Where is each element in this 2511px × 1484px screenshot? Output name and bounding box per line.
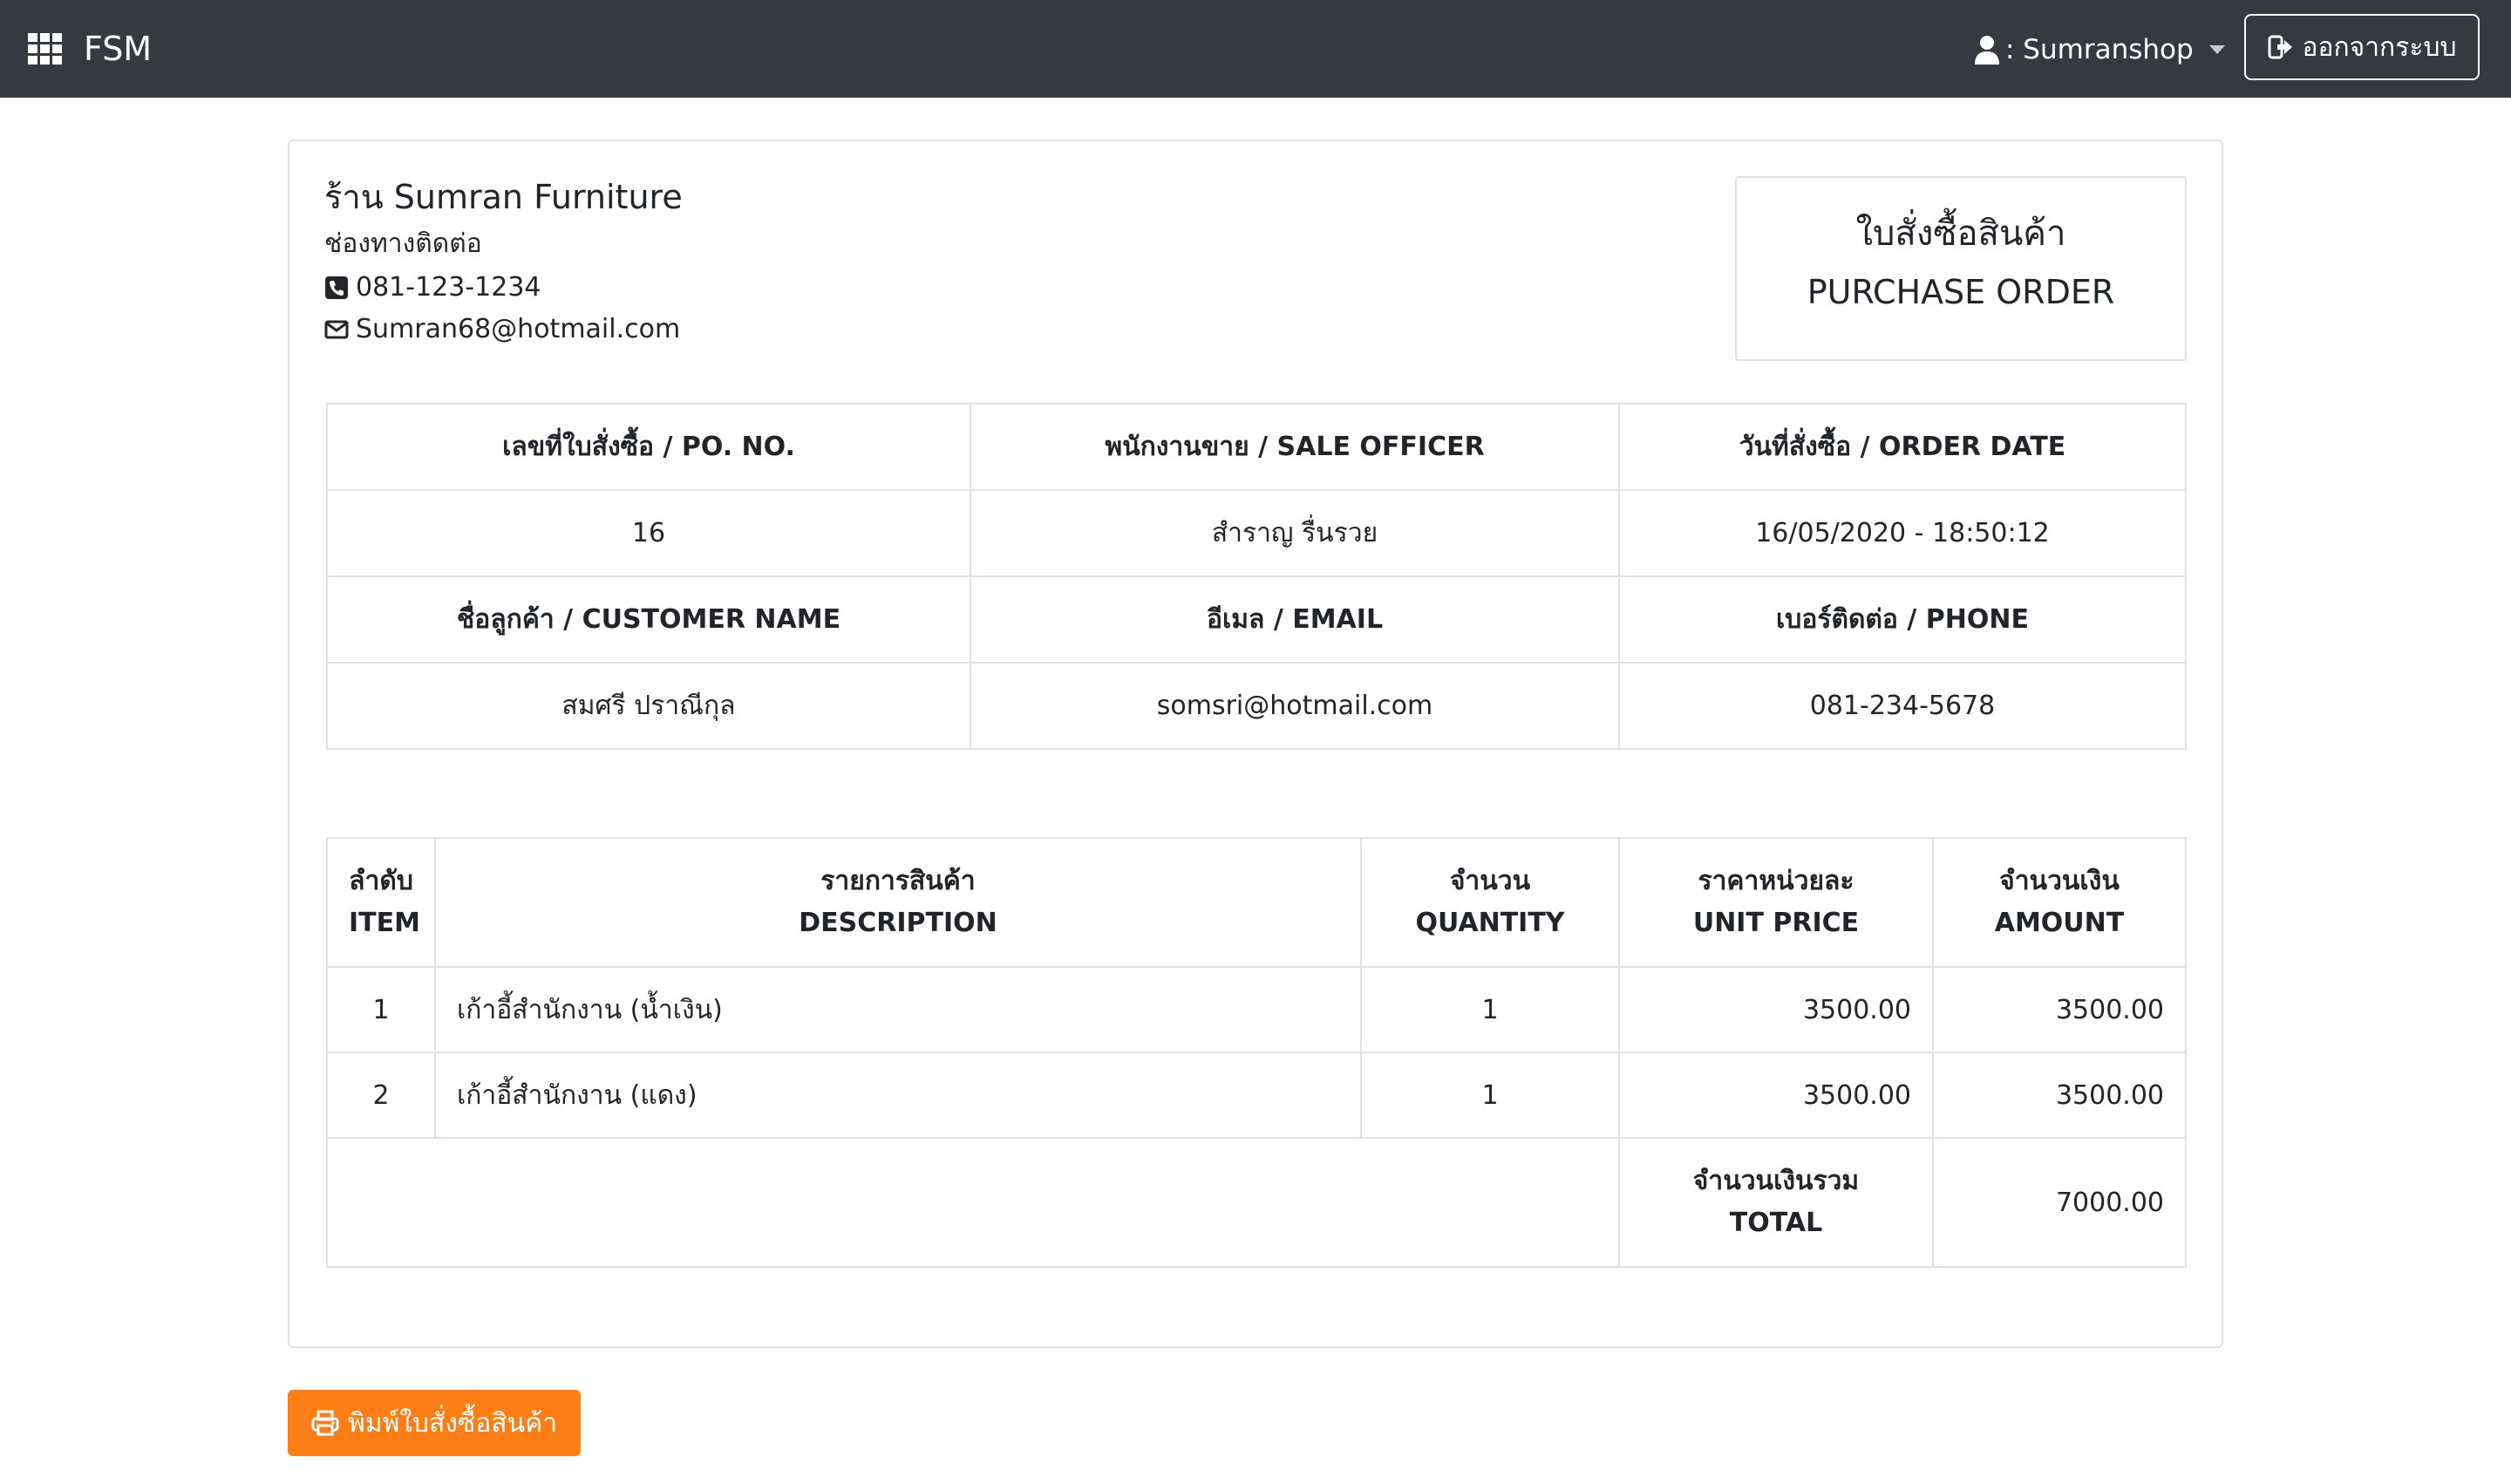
email-label: อีเมล / EMAIL: [970, 575, 1620, 664]
item-description: เก้าอี้สำนักงาน (น้ำเงิน): [434, 966, 1362, 1053]
apps-grid-icon[interactable]: [28, 33, 63, 65]
item-description: เก้าอี้สำนักงาน (แดง): [434, 1052, 1362, 1139]
total-row-spacer: [326, 1137, 1620, 1268]
shop-phone: 081-123-1234: [324, 269, 541, 307]
order-info-header-row: เลขที่ใบสั่งซื้อ / PO. NO. พนักงานขาย / …: [326, 403, 2187, 491]
item-unit-price: 3500.00: [1618, 1052, 1934, 1139]
shop-email: Sumran68@hotmail.com: [324, 310, 680, 349]
po-title-english: PURCHASE ORDER: [1807, 273, 2115, 311]
po-title-thai: ใบสั่งซื้อสินค้า: [1855, 214, 2066, 254]
user-label: : Sumranshop: [2005, 34, 2194, 65]
quantity-column-header: จำนวน QUANTITY: [1360, 837, 1620, 968]
purchase-order-title-box: ใบสั่งซื้อสินค้า PURCHASE ORDER: [1735, 176, 2187, 361]
customer-name-label: ชื่อลูกค้า / CUSTOMER NAME: [326, 575, 971, 664]
items-header-row: ลำดับ ITEM รายการสินค้า DESCRIPTION จำนว…: [326, 837, 2187, 968]
print-purchase-order-button[interactable]: พิมพ์ใบสั่งซื้อสินค้า: [288, 1390, 581, 1456]
item-amount: 3500.00: [1932, 966, 2187, 1053]
print-button-label: พิมพ์ใบสั่งซื้อสินค้า: [347, 1407, 558, 1439]
sale-officer-value: สำราญ รื่นรวย: [970, 489, 1620, 577]
contact-title: ช่องทางติดต่อ: [324, 228, 482, 259]
logout-button[interactable]: ออกจากระบบ: [2244, 14, 2480, 80]
item-amount: 3500.00: [1932, 1052, 2187, 1139]
printer-icon: [311, 1410, 339, 1436]
customer-name-value: สมศรี ปราณีกุล: [326, 662, 971, 750]
brand-name[interactable]: FSM: [84, 23, 152, 75]
shop-phone-text: 081-123-1234: [356, 272, 541, 303]
user-icon: [1975, 36, 1999, 65]
po-no-value: 16: [326, 489, 971, 577]
sign-out-icon: [2268, 35, 2293, 59]
item-number: 2: [326, 1052, 436, 1139]
customer-phone-value: 081-234-5678: [1618, 662, 2187, 750]
table-row: 1 เก้าอี้สำนักงาน (น้ำเงิน) 1 3500.00 35…: [326, 966, 2187, 1053]
shop-name: ร้าน Sumran Furniture: [324, 178, 683, 216]
po-no-label: เลขที่ใบสั่งซื้อ / PO. NO.: [326, 403, 971, 491]
logout-label: ออกจากระบบ: [2302, 31, 2457, 63]
order-date-value: 16/05/2020 - 18:50:12: [1618, 489, 2187, 577]
customer-info-value-row: สมศรี ปราณีกุล somsri@hotmail.com 081-23…: [326, 662, 2187, 750]
total-label: จำนวนเงินรวม TOTAL: [1618, 1137, 1934, 1268]
customer-email-value: somsri@hotmail.com: [970, 662, 1620, 750]
order-info-value-row: 16 สำราญ รื่นรวย 16/05/2020 - 18:50:12: [326, 489, 2187, 577]
item-column-header: ลำดับ ITEM: [326, 837, 436, 968]
item-quantity: 1: [1360, 966, 1620, 1053]
shop-email-text: Sumran68@hotmail.com: [356, 314, 681, 344]
item-number: 1: [326, 966, 436, 1053]
total-row: จำนวนเงินรวม TOTAL 7000.00: [326, 1137, 2187, 1268]
customer-info-header-row: ชื่อลูกค้า / CUSTOMER NAME อีเมล / EMAIL…: [326, 575, 2187, 664]
table-row: 2 เก้าอี้สำนักงาน (แดง) 1 3500.00 3500.0…: [326, 1052, 2187, 1139]
order-info-table: เลขที่ใบสั่งซื้อ / PO. NO. พนักงานขาย / …: [326, 403, 2187, 750]
phone-icon: [325, 276, 348, 299]
chevron-down-icon: [2208, 45, 2225, 54]
unit-price-column-header: ราคาหน่วยละ UNIT PRICE: [1618, 837, 1934, 968]
description-column-header: รายการสินค้า DESCRIPTION: [434, 837, 1362, 968]
item-unit-price: 3500.00: [1618, 966, 1934, 1053]
sale-officer-label: พนักงานขาย / SALE OFFICER: [970, 403, 1620, 491]
total-amount: 7000.00: [1932, 1137, 2187, 1268]
order-date-label: วันที่สั่งซื้อ / ORDER DATE: [1618, 403, 2187, 491]
order-items-table: ลำดับ ITEM รายการสินค้า DESCRIPTION จำนว…: [326, 837, 2187, 1268]
envelope-icon: [324, 320, 349, 339]
phone-label: เบอร์ติดต่อ / PHONE: [1618, 575, 2187, 664]
amount-column-header: จำนวนเงิน AMOUNT: [1932, 837, 2187, 968]
top-navbar: FSM : Sumranshop ออกจากระบบ: [0, 0, 2511, 98]
item-quantity: 1: [1360, 1052, 1620, 1139]
user-dropdown[interactable]: : Sumranshop: [1974, 28, 2225, 71]
